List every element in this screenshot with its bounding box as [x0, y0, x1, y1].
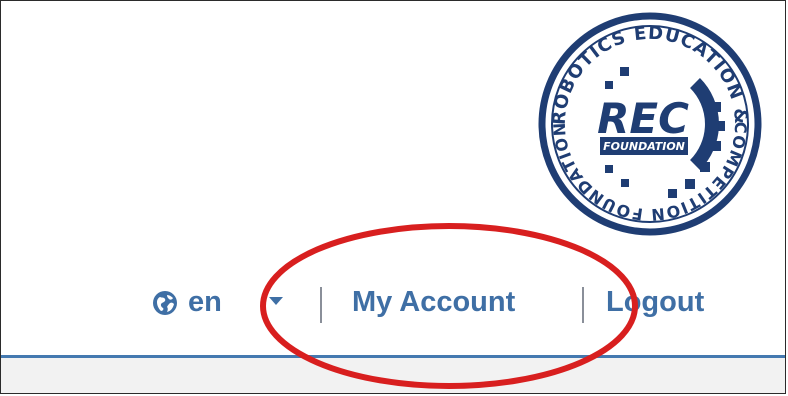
rec-foundation-logo: ROBOTICS EDUCATION & COMPETITION FOUNDAT… — [538, 12, 762, 236]
logo-main-text: REC — [597, 94, 689, 143]
page-frame: ROBOTICS EDUCATION & COMPETITION FOUNDAT… — [0, 0, 786, 394]
nav-separator — [582, 287, 584, 323]
my-account-link[interactable]: My Account — [352, 285, 515, 319]
chevron-down-icon[interactable] — [269, 297, 283, 305]
language-selector[interactable]: en — [188, 285, 222, 319]
content-panel — [1, 358, 785, 393]
top-nav: en My Account Logout — [1, 279, 785, 331]
globe-icon[interactable] — [152, 290, 178, 316]
logout-link[interactable]: Logout — [606, 285, 704, 319]
nav-separator — [320, 287, 322, 323]
logo-sub-text: FOUNDATION — [603, 140, 685, 153]
